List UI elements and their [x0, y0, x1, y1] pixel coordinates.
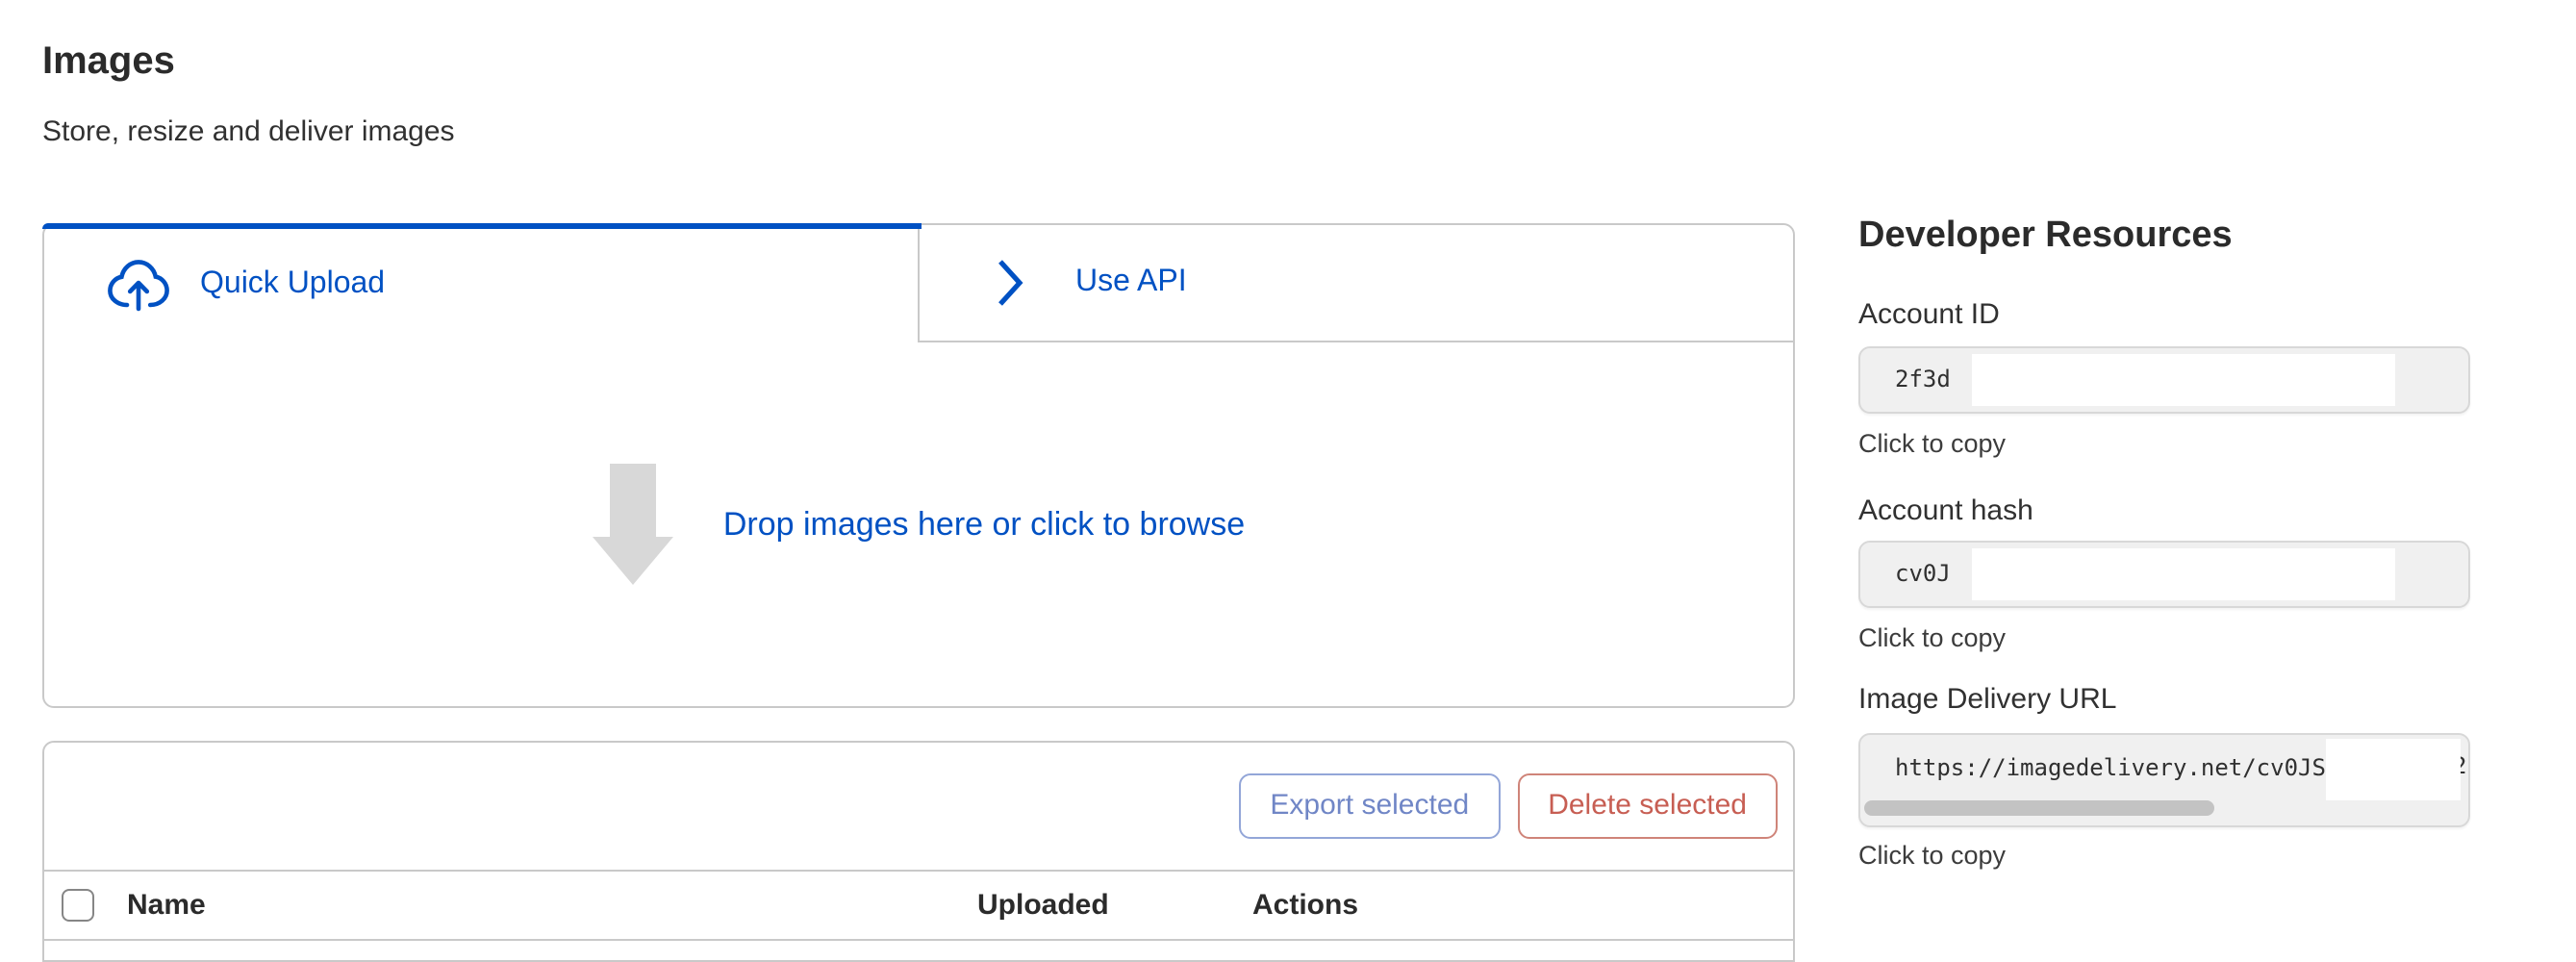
image-delivery-url-label: Image Delivery URL [1858, 683, 2116, 716]
tab-use-api-label: Use API [1075, 266, 1187, 300]
tab-quick-upload-label: Quick Upload [200, 266, 385, 301]
account-id-field[interactable]: 2f3d [1858, 346, 2470, 414]
tab-strip: Quick Upload Use API [44, 225, 1793, 342]
tab-use-api[interactable]: Use API [920, 225, 1793, 342]
redaction-overlay [1972, 548, 2395, 600]
tab-quick-upload[interactable]: Quick Upload [44, 225, 920, 342]
column-header-actions: Actions [1252, 872, 1358, 939]
redaction-overlay [2326, 739, 2461, 800]
account-hash-field[interactable]: cv0J [1858, 541, 2470, 608]
account-hash-copy-hint: Click to copy [1858, 623, 2006, 652]
list-toolbar: Export selected Delete selected [44, 743, 1793, 872]
page-subtitle: Store, resize and deliver images [42, 112, 455, 154]
account-id-value: 2f3d [1895, 348, 1951, 412]
delete-selected-button[interactable]: Delete selected [1517, 773, 1778, 839]
select-all-checkbox[interactable] [62, 889, 94, 922]
images-page: Images Store, resize and deliver images … [0, 0, 2576, 954]
developer-resources-sidebar: Developer Resources Account ID 2f3d Clic… [1858, 0, 2470, 954]
account-id-label: Account ID [1858, 298, 2000, 331]
image-drop-zone[interactable]: Drop images here or click to browse [44, 342, 1793, 706]
active-tab-indicator [42, 223, 922, 229]
image-list-card: Export selected Delete selected Name Upl… [42, 741, 1795, 962]
redaction-overlay [1972, 354, 2395, 406]
drop-zone-label: Drop images here or click to browse [723, 505, 1245, 544]
image-delivery-url-copy-hint: Click to copy [1858, 841, 2006, 870]
table-header-row: Name Uploaded Actions [44, 872, 1793, 941]
column-header-uploaded: Uploaded [977, 872, 1109, 939]
account-hash-value: cv0J [1895, 543, 1951, 606]
sidebar-title: Developer Resources [1858, 215, 2233, 258]
upload-panel: Quick Upload Use API Drop images here or… [42, 223, 1795, 708]
column-header-name: Name [127, 872, 206, 939]
cloud-upload-icon [106, 257, 171, 311]
account-id-copy-hint: Click to copy [1858, 429, 2006, 458]
page-title: Images [42, 35, 175, 89]
horizontal-scrollbar-thumb[interactable] [1864, 800, 2214, 816]
export-selected-button[interactable]: Export selected [1239, 773, 1500, 839]
account-hash-label: Account hash [1858, 494, 2033, 527]
chevron-right-icon [997, 258, 1023, 308]
image-delivery-url-field[interactable]: https://imagedelivery.net/cv0JSj 2 [1858, 733, 2470, 827]
image-delivery-url-value: https://imagedelivery.net/cv0JSj [1895, 752, 2339, 783]
down-arrow-icon [593, 464, 673, 585]
